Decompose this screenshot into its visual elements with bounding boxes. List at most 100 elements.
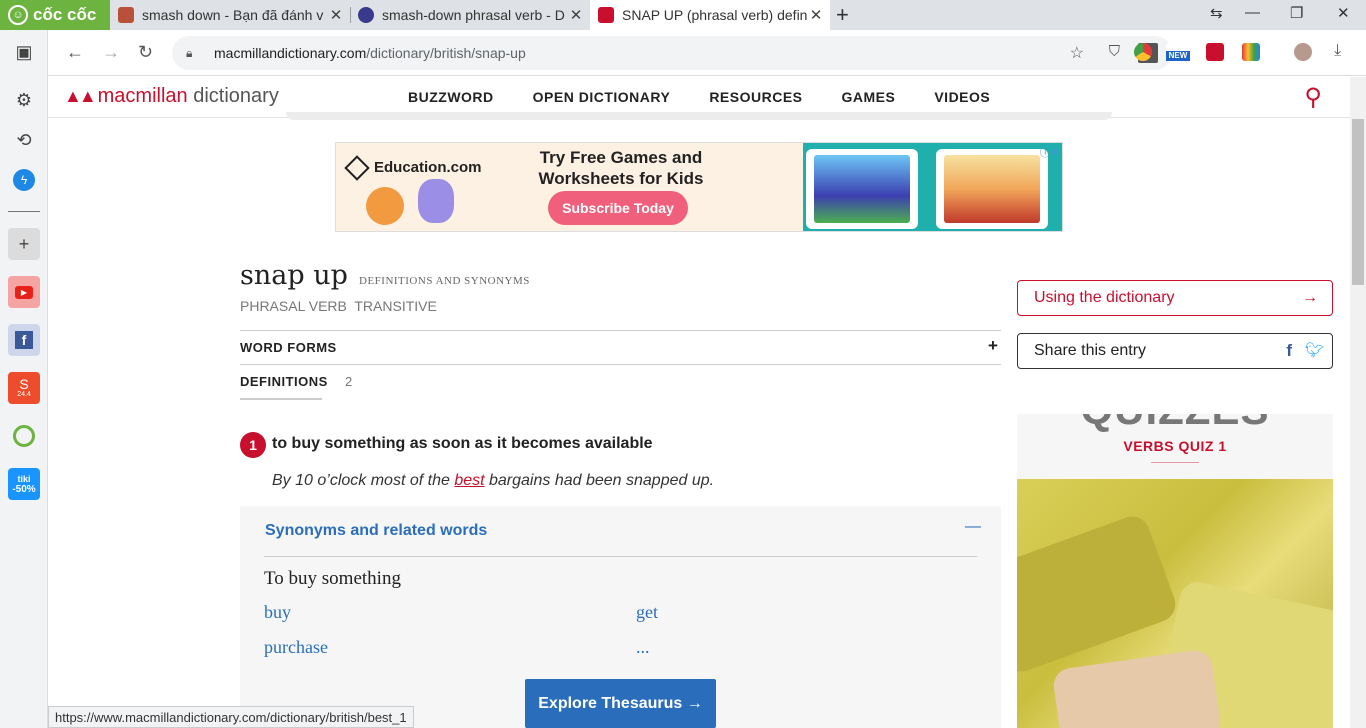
tab-close-icon[interactable]: ✕ — [568, 6, 584, 24]
add-panel-icon[interactable]: + — [8, 228, 40, 260]
shield-icon[interactable]: ⛉ — [1109, 43, 1120, 60]
puzzle-pieces-image — [1017, 479, 1333, 728]
share-entry-label: Share this entry — [1034, 342, 1147, 359]
main-nav: BUZZWORD OPEN DICTIONARY RESOURCES GAMES… — [408, 89, 1029, 105]
tiki-promo-icon[interactable]: tiki -50% — [8, 468, 40, 500]
synonyms-heading[interactable]: Synonyms and related words — [265, 522, 487, 540]
tab-snap-up[interactable]: SNAP UP (phrasal verb) defini ✕ — [590, 0, 830, 30]
restore-icon[interactable]: ❐ — [1290, 4, 1303, 22]
tab-title: smash-down phrasal verb - D — [382, 7, 565, 23]
forward-arrow-icon[interactable]: → — [102, 42, 120, 63]
headword-note: DEFINITIONS AND SYNONYMS — [359, 275, 530, 287]
macmillan-mark-icon: ▲▲ — [64, 86, 97, 106]
back-arrow-icon[interactable]: ← — [66, 42, 84, 63]
education-logo-icon — [344, 155, 370, 181]
word-forms-toggle[interactable]: WORD FORMS — [240, 340, 337, 355]
synonym-more-link[interactable]: ... — [636, 637, 650, 658]
coccoc-menu-button[interactable]: ☺ cốc cốc — [0, 0, 110, 30]
new-ext-icon[interactable]: NEW — [1166, 43, 1190, 61]
bookmark-star-icon[interactable]: ☆ — [1070, 43, 1084, 63]
ad-game-card-2 — [936, 149, 1048, 229]
browser-toolbar: ← → ↻ 🔒︎ macmillandictionary.com/diction… — [48, 30, 1366, 76]
tab-title: SNAP UP (phrasal verb) defini — [622, 7, 808, 23]
lock-icon: 🔒︎ — [186, 45, 193, 60]
ad-headline: Try Free Games and Worksheets for Kids — [538, 148, 704, 188]
browser-window: ☺ cốc cốc smash down - Bạn đã đánh v ✕ s… — [0, 0, 1366, 728]
chrome-ext-icon[interactable] — [1134, 43, 1152, 61]
history-icon[interactable]: ⟲ — [8, 124, 40, 156]
quiz-subtitle[interactable]: VERBS QUIZ 1 — [1017, 438, 1333, 454]
nav-videos[interactable]: VIDEOS — [934, 89, 990, 105]
tab-close-icon[interactable]: ✕ — [808, 6, 824, 24]
url-path: /dictionary/british/snap-up — [366, 45, 526, 61]
nav-buzzword[interactable]: BUZZWORD — [408, 89, 494, 105]
quiz-title: QUIZZES — [1017, 414, 1333, 434]
close-window-icon[interactable]: ✕ — [1337, 4, 1350, 22]
puzzle-game-icon — [814, 155, 910, 223]
ad-choices-icon[interactable]: ⓘ✕ — [1040, 144, 1060, 160]
ad-brand: Education.com — [344, 155, 482, 181]
nav-resources[interactable]: RESOURCES — [709, 89, 802, 105]
divider — [264, 556, 977, 557]
divider — [240, 330, 1001, 331]
using-dictionary-label: Using the dictionary — [1034, 289, 1175, 306]
settings-gear-icon[interactable]: ⚙ — [8, 84, 40, 116]
red-ext-icon[interactable] — [1206, 43, 1224, 61]
tab-smash-down-2[interactable]: smash-down phrasal verb - D ✕ — [350, 0, 590, 30]
shopee-badge: 24.4 — [17, 391, 31, 398]
brand-label: cốc cốc — [33, 5, 97, 24]
tab-close-icon[interactable]: ✕ — [328, 6, 344, 24]
facebook-share-icon[interactable]: f — [1286, 341, 1292, 361]
macmillan-logo[interactable]: ▲▲ macmillan dictionary — [64, 85, 279, 108]
definitions-tab[interactable]: DEFINITIONS — [240, 374, 328, 389]
sense-number-badge: 1 — [240, 432, 266, 458]
example-link-best[interactable]: best — [454, 472, 484, 489]
twitter-share-icon[interactable]: 🐦︎ — [1305, 341, 1324, 359]
using-dictionary-button[interactable]: Using the dictionary → — [1017, 280, 1333, 316]
share-entry-box: Share this entry f 🐦︎ — [1017, 333, 1333, 369]
tab-smash-down-1[interactable]: smash down - Bạn đã đánh v ✕ — [110, 0, 350, 30]
definitions-tab-underline — [240, 398, 322, 400]
puzzle-piece-shape — [1017, 511, 1181, 677]
profile-avatar[interactable] — [1294, 43, 1312, 61]
scrollbar-thumb[interactable] — [1352, 119, 1364, 285]
tab-search-icon[interactable]: ⇆ — [1210, 4, 1223, 22]
tab-strip: ☺ cốc cốc smash down - Bạn đã đánh v ✕ s… — [0, 0, 1366, 30]
downloads-icon[interactable]: ⤓ — [1334, 42, 1341, 60]
page-scrollbar[interactable] — [1350, 77, 1366, 728]
colorful-ext-icon[interactable] — [1242, 43, 1260, 61]
synonym-link-buy[interactable]: buy — [264, 602, 291, 623]
messenger-icon[interactable]: ϟ — [8, 164, 40, 196]
address-bar[interactable]: 🔒︎ macmillandictionary.com/dictionary/br… — [172, 36, 1172, 70]
synonym-link-purchase[interactable]: purchase — [264, 637, 328, 658]
reload-icon[interactable]: ↻ — [138, 42, 153, 63]
synonym-link-get[interactable]: get — [636, 602, 658, 623]
nav-open-dictionary[interactable]: OPEN DICTIONARY — [533, 89, 671, 105]
tiki-label: tiki — [17, 473, 31, 484]
quiz-panel[interactable]: QUIZZES VERBS QUIZ 1 — [1017, 414, 1333, 728]
explore-thesaurus-button[interactable]: Explore Thesaurus → — [525, 679, 716, 728]
example-text-after: bargains had been snapped up. — [484, 472, 715, 489]
ad-brand-label: Education.com — [374, 159, 482, 176]
part-of-speech: PHRASAL VERB TRANSITIVE — [240, 298, 437, 314]
macmillan-favicon-icon — [598, 7, 614, 23]
nav-games[interactable]: GAMES — [842, 89, 896, 105]
sidebar-toggle-icon[interactable]: ▣ — [8, 36, 40, 68]
puzzle-piece-shape — [1051, 648, 1223, 728]
collapse-minus-icon[interactable]: — — [965, 518, 981, 536]
ad-subscribe-button[interactable]: Subscribe Today — [548, 191, 688, 225]
shopee-icon[interactable]: S 24.4 — [8, 372, 40, 404]
expand-plus-icon[interactable]: + — [988, 336, 998, 356]
facebook-icon[interactable]: f — [8, 324, 40, 356]
example-sentence: By 10 o’clock most of the best bargains … — [272, 472, 714, 490]
minimize-icon[interactable]: — — [1245, 4, 1260, 21]
new-tab-button[interactable]: + — [836, 2, 849, 28]
coccoc-apps-icon[interactable] — [8, 420, 40, 452]
search-icon[interactable]: ⚲ — [1304, 83, 1322, 112]
link-status-bar: https://www.macmillandictionary.com/dict… — [48, 706, 414, 728]
tiki-discount: -50% — [12, 483, 36, 495]
browser-sidebar: ▣ ⚙ ⟲ ϟ + ▶ f S 24.4 tiki -50% — [0, 30, 48, 728]
advertisement-banner[interactable]: Education.com Try Free Games and Workshe… — [335, 142, 1063, 232]
tiger-mascot-icon — [366, 187, 404, 225]
youtube-icon[interactable]: ▶ — [8, 276, 40, 308]
